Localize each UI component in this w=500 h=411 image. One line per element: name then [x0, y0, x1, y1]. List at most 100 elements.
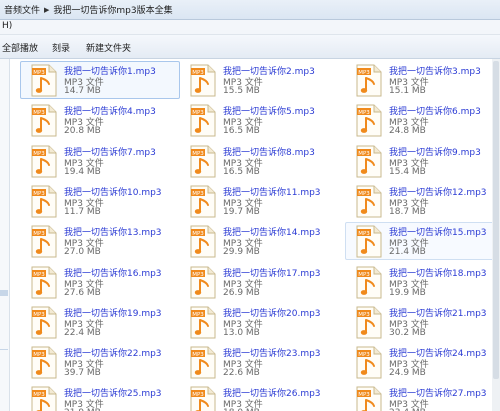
breadcrumb-audio-files[interactable]: 音频文件 — [0, 3, 44, 16]
svg-text:MP3: MP3 — [192, 70, 204, 76]
svg-text:MP3: MP3 — [192, 110, 204, 116]
svg-text:MP3: MP3 — [358, 151, 370, 157]
svg-text:MP3: MP3 — [358, 272, 370, 278]
svg-text:MP3: MP3 — [33, 231, 45, 237]
svg-text:MP3: MP3 — [33, 70, 45, 76]
file-item[interactable]: MP3 我把一切告诉你7.mp3 MP3 文件 19.4 MB — [20, 142, 180, 180]
file-item[interactable]: MP3 我把一切告诉你2.mp3 MP3 文件 15.5 MB — [179, 61, 339, 99]
file-item[interactable]: MP3 我把一切告诉你1.mp3 MP3 文件 14.7 MB — [20, 61, 180, 99]
mp3-file-icon: MP3 — [190, 386, 216, 411]
file-size: 19.9 MB — [389, 287, 426, 298]
file-item[interactable]: MP3 我把一切告诉你15.mp3 MP3 文件 21.4 MB — [345, 222, 492, 261]
svg-text:MP3: MP3 — [33, 110, 45, 116]
file-item[interactable]: MP3 我把一切告诉你4.mp3 MP3 文件 20.8 MB — [20, 101, 180, 139]
mp3-file-icon: MP3 — [31, 346, 57, 379]
file-size: 29.9 MB — [223, 247, 260, 258]
svg-text:MP3: MP3 — [192, 191, 204, 197]
file-item[interactable]: MP3 我把一切告诉你9.mp3 MP3 文件 15.4 MB — [345, 142, 492, 180]
svg-text:MP3: MP3 — [33, 272, 45, 278]
toolbar: 全部播放 刻录 新建文件夹 — [0, 35, 500, 59]
file-item[interactable]: MP3 我把一切告诉你5.mp3 MP3 文件 16.5 MB — [179, 101, 339, 139]
svg-text:MP3: MP3 — [192, 151, 204, 157]
file-item[interactable]: MP3我把一切告诉你27.mp3MP3 文件23.4 MB — [345, 383, 492, 411]
file-item[interactable]: MP3 我把一切告诉你20.mp3 MP3 文件 13.0 MB — [179, 303, 339, 341]
mp3-file-icon: MP3 — [31, 185, 57, 218]
file-item[interactable]: MP3 我把一切告诉你8.mp3 MP3 文件 16.5 MB — [179, 142, 339, 180]
mp3-file-icon: MP3 — [31, 266, 57, 298]
file-item[interactable]: MP3 我把一切告诉你3.mp3 MP3 文件 15.1 MB — [345, 61, 492, 99]
file-size: 16.5 MB — [223, 126, 260, 137]
file-item[interactable]: MP3 我把一切告诉你22.mp3 MP3 文件 39.7 MB — [20, 343, 180, 381]
file-item[interactable]: MP3 我把一切告诉你17.mp3 MP3 文件 26.9 MB — [179, 263, 339, 301]
svg-text:MP3: MP3 — [358, 231, 370, 237]
file-size: 30.2 MB — [389, 327, 426, 338]
file-size: 15.4 MB — [389, 166, 426, 177]
play-all-button[interactable]: 全部播放 — [2, 41, 38, 54]
mp3-file-icon: MP3 — [356, 346, 382, 379]
nav-pane-divider — [0, 349, 8, 350]
mp3-file-icon: MP3 — [31, 104, 57, 137]
file-size: 27.6 MB — [64, 287, 101, 298]
file-size: 24.8 MB — [389, 126, 426, 137]
file-item[interactable]: MP3 我把一切告诉你21.mp3 MP3 文件 30.2 MB — [345, 303, 492, 341]
file-size: 22.6 MB — [223, 368, 260, 379]
file-item[interactable]: MP3我把一切告诉你26.mp3MP3 文件18.0 MB — [179, 383, 339, 411]
mp3-file-icon: MP3 — [190, 266, 216, 298]
svg-text:MP3: MP3 — [192, 272, 204, 278]
file-item[interactable]: MP3 我把一切告诉你11.mp3 MP3 文件 19.7 MB — [179, 182, 339, 220]
svg-text:MP3: MP3 — [358, 191, 370, 197]
file-item[interactable]: MP3 我把一切告诉你12.mp3 MP3 文件 18.7 MB — [345, 182, 492, 220]
file-item[interactable]: MP3 我把一切告诉你10.mp3 MP3 文件 11.7 MB — [20, 182, 180, 220]
mp3-file-icon: MP3 — [190, 225, 216, 258]
file-size: 21.4 MB — [389, 247, 426, 258]
mp3-file-icon: MP3 — [356, 145, 382, 178]
new-folder-button[interactable]: 新建文件夹 — [86, 41, 131, 54]
svg-text:MP3: MP3 — [33, 151, 45, 157]
mp3-file-icon: MP3 — [190, 64, 216, 97]
menu-bar: H) — [0, 20, 500, 35]
file-size: 15.1 MB — [389, 86, 426, 96]
address-bar[interactable]: 音频文件 ▶ 我把一切告诉你mp3版本全集 — [0, 0, 500, 20]
file-item[interactable]: MP3 我把一切告诉你13.mp3 MP3 文件 27.0 MB — [20, 222, 180, 260]
file-size: 18.7 MB — [389, 206, 426, 217]
file-list: MP3 我把一切告诉你1.mp3 MP3 文件 14.7 MB MP3 我把一切告诉你2.… — [12, 59, 492, 411]
svg-text:MP3: MP3 — [358, 312, 370, 318]
file-item[interactable]: MP3 我把一切告诉你6.mp3 MP3 文件 24.8 MB — [345, 101, 492, 139]
mp3-file-icon: MP3 — [190, 104, 216, 137]
vertical-scrollbar[interactable] — [492, 59, 500, 411]
file-size: 15.5 MB — [223, 86, 260, 96]
mp3-file-icon: MP3 — [356, 306, 382, 339]
file-item[interactable]: MP3 我把一切告诉你14.mp3 MP3 文件 29.9 MB — [179, 222, 339, 260]
burn-button[interactable]: 刻录 — [52, 41, 70, 54]
file-item[interactable]: MP3我把一切告诉你25.mp3MP3 文件21.9 MB — [20, 383, 180, 411]
svg-text:MP3: MP3 — [358, 110, 370, 116]
svg-text:MP3: MP3 — [358, 70, 370, 76]
file-size: 14.7 MB — [64, 86, 101, 96]
svg-text:MP3: MP3 — [192, 352, 204, 358]
mp3-file-icon: MP3 — [356, 64, 382, 97]
file-size: 39.7 MB — [64, 368, 101, 379]
file-item[interactable]: MP3 我把一切告诉你18.mp3 MP3 文件 19.9 MB — [345, 263, 492, 301]
file-item[interactable]: MP3 我把一切告诉你23.mp3 MP3 文件 22.6 MB — [179, 343, 339, 381]
menu-help[interactable]: H) — [2, 21, 12, 31]
file-size: 27.0 MB — [64, 247, 101, 258]
svg-text:MP3: MP3 — [33, 191, 45, 197]
file-item[interactable]: MP3 我把一切告诉你19.mp3 MP3 文件 22.4 MB — [20, 303, 180, 341]
file-size: 19.7 MB — [223, 206, 260, 217]
mp3-file-icon: MP3 — [356, 266, 382, 298]
navigation-pane[interactable] — [0, 59, 10, 411]
svg-text:MP3: MP3 — [358, 352, 370, 358]
file-item[interactable]: MP3 我把一切告诉你16.mp3 MP3 文件 27.6 MB — [20, 263, 180, 301]
nav-pane-item-marker — [0, 290, 8, 296]
svg-text:MP3: MP3 — [192, 392, 204, 398]
breadcrumb-current-folder[interactable]: 我把一切告诉你mp3版本全集 — [49, 3, 176, 16]
scrollbar-thumb[interactable] — [493, 61, 499, 379]
mp3-file-icon: MP3 — [31, 64, 57, 97]
mp3-file-icon: MP3 — [190, 346, 216, 379]
file-size: 16.5 MB — [223, 166, 260, 177]
mp3-file-icon: MP3 — [190, 145, 216, 178]
mp3-file-icon: MP3 — [356, 185, 382, 218]
file-item[interactable]: MP3 我把一切告诉你24.mp3 MP3 文件 24.9 MB — [345, 343, 492, 381]
mp3-file-icon: MP3 — [31, 225, 57, 258]
file-size: 26.9 MB — [223, 287, 260, 298]
